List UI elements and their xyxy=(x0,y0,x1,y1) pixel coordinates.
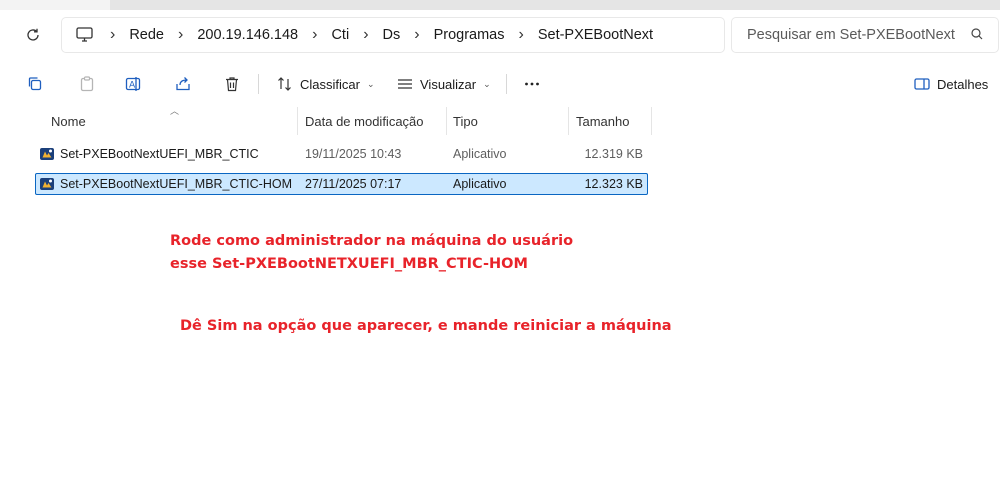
chevron-right-icon[interactable]: › xyxy=(363,26,368,44)
paste-button[interactable] xyxy=(78,72,96,96)
sort-label: Classificar xyxy=(300,76,360,92)
paste-icon xyxy=(80,76,94,92)
more-options-button[interactable] xyxy=(523,72,541,96)
chevron-down-icon: ⌄ xyxy=(483,78,491,89)
chevron-right-icon[interactable]: › xyxy=(414,26,419,44)
ellipsis-icon xyxy=(525,82,539,86)
breadcrumb-item[interactable]: Set-PXEBootNext xyxy=(538,27,653,43)
column-divider[interactable] xyxy=(297,107,298,135)
file-type: Aplicativo xyxy=(453,177,507,191)
breadcrumb-item[interactable]: 200.19.146.148 xyxy=(197,27,298,43)
rename-icon: A xyxy=(125,77,141,91)
command-bar: A Classificar ⌄ Visualizar ⌄ Detalhes xyxy=(0,60,1000,108)
chevron-right-icon[interactable]: › xyxy=(110,26,115,44)
refresh-icon xyxy=(27,28,39,41)
application-icon xyxy=(40,178,54,190)
column-divider[interactable] xyxy=(568,107,569,135)
rename-button[interactable]: A xyxy=(124,72,144,96)
file-list: ︿ Nome Data de modificação Tipo Tamanho … xyxy=(0,106,1000,483)
column-header-size[interactable]: Tamanho xyxy=(576,107,629,135)
chevron-right-icon[interactable]: › xyxy=(519,26,524,44)
address-bar[interactable]: › Rede › 200.19.146.148 › Cti › Ds › Pro… xyxy=(62,18,724,52)
column-divider[interactable] xyxy=(651,107,652,135)
annotation-line-3: Dê Sim na opção que aparecer, e mande re… xyxy=(180,318,672,334)
column-header-type[interactable]: Tipo xyxy=(453,107,478,135)
search-input[interactable]: Pesquisar em Set-PXEBootNext xyxy=(747,27,955,43)
chevron-right-icon[interactable]: › xyxy=(178,26,183,44)
trash-icon xyxy=(226,77,238,92)
details-button[interactable]: Detalhes xyxy=(913,72,988,96)
file-modified: 19/11/2025 10:43 xyxy=(305,147,402,161)
file-row[interactable]: Set-PXEBootNextUEFI_MBR_CTIC-HOM 27/11/2… xyxy=(35,173,648,195)
refresh-button[interactable] xyxy=(20,22,46,48)
share-icon xyxy=(176,77,190,91)
breadcrumb-item[interactable]: Ds xyxy=(383,27,401,43)
sort-icon xyxy=(278,77,291,91)
column-header-modified[interactable]: Data de modificação xyxy=(305,107,424,135)
file-modified: 27/11/2025 07:17 xyxy=(305,177,402,191)
file-size: 12.323 KB xyxy=(584,177,643,191)
toolbar-divider xyxy=(506,74,507,94)
file-name: Set-PXEBootNextUEFI_MBR_CTIC xyxy=(60,147,259,161)
file-type: Aplicativo xyxy=(453,147,507,161)
file-size: 12.319 KB xyxy=(584,147,643,161)
sort-ascending-icon: ︿ xyxy=(170,106,180,116)
title-bar-strip xyxy=(0,0,1000,10)
chevron-right-icon[interactable]: › xyxy=(312,26,317,44)
address-row: › Rede › 200.19.146.148 › Cti › Ds › Pro… xyxy=(0,10,1000,60)
copy-button[interactable] xyxy=(26,72,44,96)
view-icon xyxy=(398,79,412,89)
toolbar-divider xyxy=(258,74,259,94)
breadcrumb: › Rede › 200.19.146.148 › Cti › Ds › Pro… xyxy=(96,26,653,44)
annotation-line-2: esse Set-PXEBootNETXUEFI_MBR_CTIC-HOM xyxy=(170,256,528,272)
annotation-line-1: Rode como administrador na máquina do us… xyxy=(170,233,574,249)
delete-button[interactable] xyxy=(223,72,241,96)
breadcrumb-item[interactable]: Programas xyxy=(434,27,505,43)
search-icon xyxy=(971,28,983,40)
chevron-down-icon: ⌄ xyxy=(366,78,375,89)
details-label: Detalhes xyxy=(937,76,989,92)
column-divider[interactable] xyxy=(446,107,447,135)
search-box[interactable]: Pesquisar em Set-PXEBootNext xyxy=(732,18,998,52)
details-pane-icon xyxy=(914,78,930,90)
breadcrumb-item[interactable]: Rede xyxy=(129,27,164,43)
view-button[interactable]: Visualizar ⌄ xyxy=(396,72,491,96)
tab-strip xyxy=(110,0,1000,10)
view-label: Visualizar xyxy=(420,76,477,92)
computer-icon xyxy=(76,27,93,42)
application-icon xyxy=(40,148,54,160)
svg-text:A: A xyxy=(129,81,136,91)
sort-button[interactable]: Classificar ⌄ xyxy=(276,72,375,96)
share-button[interactable] xyxy=(174,72,192,96)
column-header-name[interactable]: Nome xyxy=(51,107,86,135)
file-name: Set-PXEBootNextUEFI_MBR_CTIC-HOM xyxy=(60,177,292,191)
breadcrumb-item[interactable]: Cti xyxy=(331,27,349,43)
file-row[interactable]: Set-PXEBootNextUEFI_MBR_CTIC 19/11/2025 … xyxy=(35,143,648,165)
copy-icon xyxy=(28,77,42,91)
